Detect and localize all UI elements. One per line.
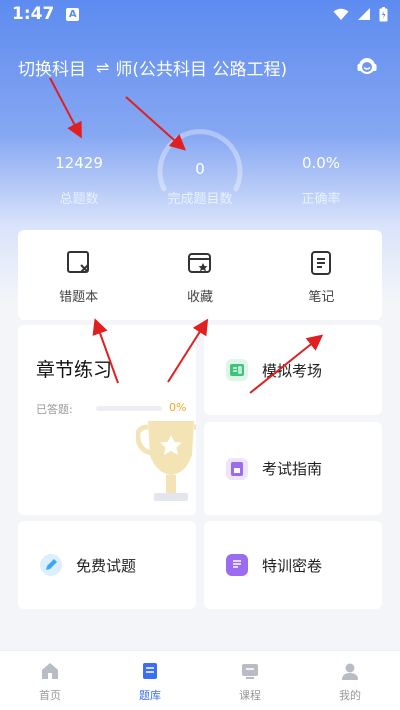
pencil-icon <box>40 554 62 576</box>
nav-question-bank[interactable]: 题库 <box>100 651 200 710</box>
stat-total-label: 总题数 <box>59 192 99 207</box>
quick-actions-card: 错题本 收藏 笔记 <box>18 230 382 320</box>
stat-total-value: 12429 <box>55 154 103 172</box>
progress-percent: 0% <box>169 401 187 414</box>
notification-icon: A <box>66 7 80 21</box>
progress-bar <box>96 406 162 411</box>
favorite-label: 收藏 <box>186 290 213 305</box>
status-time: 1:47 <box>12 4 55 24</box>
wrong-book-label: 错题本 <box>59 290 99 305</box>
bottom-nav: 首页 题库 课程 我的 <box>0 650 400 710</box>
exam-icon <box>226 359 248 381</box>
header: 切换科目 ⇌ 师(公共科目 公路工程) <box>0 50 400 84</box>
progress-label: 已答题: <box>36 403 73 416</box>
free-questions-label: 免费试题 <box>76 556 137 575</box>
exam-guide-label: 考试指南 <box>262 460 323 478</box>
special-training-card[interactable]: 特训密卷 <box>204 521 382 609</box>
switch-icon[interactable]: ⇌ <box>96 58 109 77</box>
stats-panel: 12429 总题数 0 完成题目数 0.0% 正确率 <box>0 120 400 220</box>
favorite-button[interactable]: 收藏 <box>139 230 260 320</box>
wrong-book-icon <box>66 251 89 273</box>
wifi-icon <box>333 8 349 20</box>
nav-home[interactable]: 首页 <box>0 651 100 710</box>
stat-completed: 0 完成题目数 <box>140 120 260 207</box>
user-icon <box>342 663 358 680</box>
nav-question-bank-label: 题库 <box>139 689 161 702</box>
nav-course-label: 课程 <box>239 689 261 702</box>
home-icon <box>42 663 58 679</box>
note-button[interactable]: 笔记 <box>261 230 382 320</box>
course-icon <box>242 664 258 679</box>
mock-exam-label: 模拟考场 <box>262 361 323 380</box>
mock-exam-card[interactable]: 模拟考场 <box>204 325 382 415</box>
trophy-icon <box>136 421 196 501</box>
free-questions-card[interactable]: 免费试题 <box>18 521 196 609</box>
stat-completed-value: 0 <box>195 160 205 178</box>
document-icon <box>226 554 248 576</box>
exam-guide-card[interactable]: 考试指南 <box>204 422 382 515</box>
question-bank-icon <box>143 663 157 679</box>
switch-subject-button[interactable]: 切换科目 <box>18 55 86 80</box>
battery-icon <box>379 6 388 21</box>
nav-course[interactable]: 课程 <box>200 651 300 710</box>
stat-accuracy: 0.0% 正确率 <box>261 120 381 207</box>
stat-accuracy-label: 正确率 <box>301 192 341 207</box>
status-bar: 1:47 A <box>0 0 400 28</box>
signal-icon <box>358 8 370 20</box>
favorite-icon <box>187 253 211 273</box>
note-icon <box>311 251 332 275</box>
stat-total: 12429 总题数 <box>19 120 139 207</box>
guide-icon <box>226 457 248 480</box>
nav-mine-label: 我的 <box>339 689 361 702</box>
stat-accuracy-value: 0.0% <box>301 154 341 172</box>
special-training-label: 特训密卷 <box>262 556 323 575</box>
nav-mine[interactable]: 我的 <box>300 651 400 710</box>
headset-icon[interactable] <box>356 55 378 77</box>
subject-title[interactable]: 师(公共科目 公路工程) <box>115 55 287 80</box>
note-label: 笔记 <box>308 290 335 305</box>
wrong-book-button[interactable]: 错题本 <box>18 230 139 320</box>
chapter-practice-card[interactable]: 章节练习 已答题: 0% <box>18 325 196 515</box>
chapter-title: 章节练习 <box>36 359 113 381</box>
stat-completed-label: 完成题目数 <box>167 192 233 207</box>
nav-home-label: 首页 <box>39 689 61 702</box>
